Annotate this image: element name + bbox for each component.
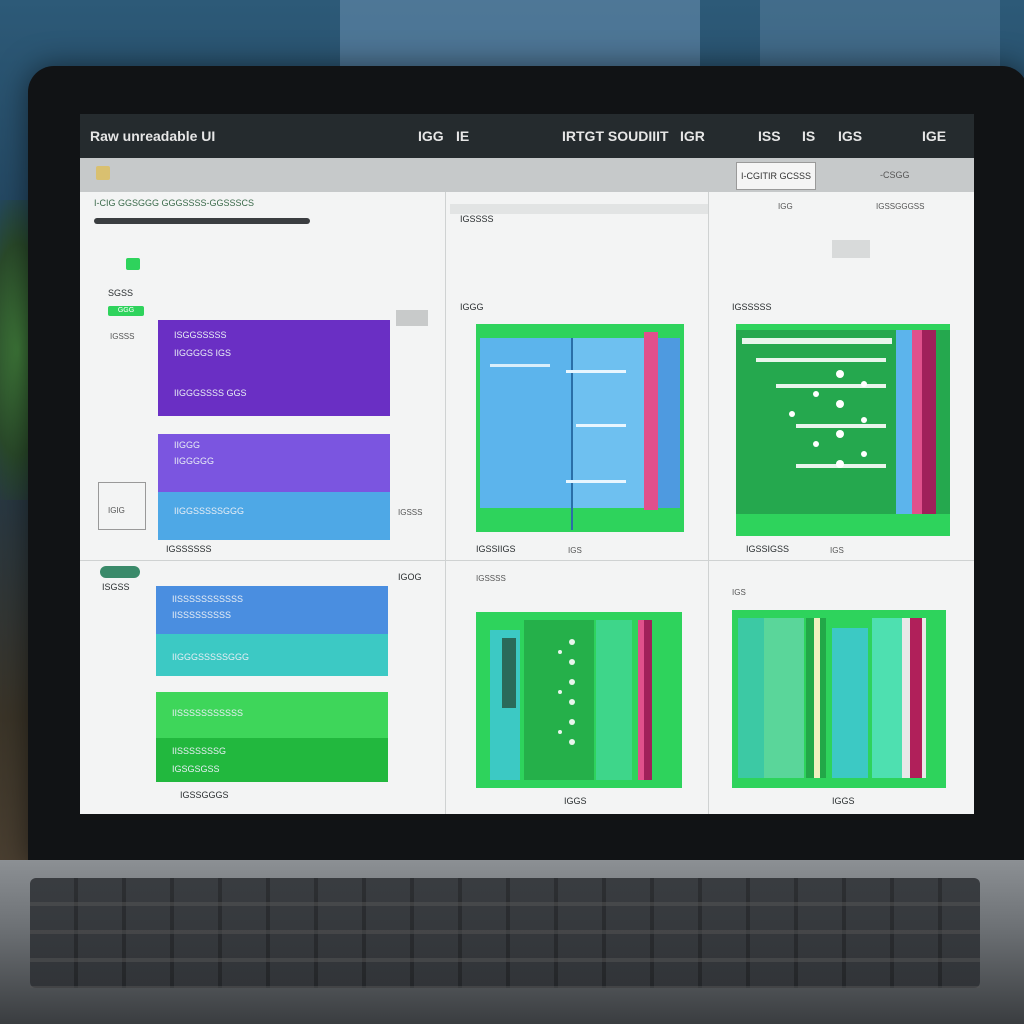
menu-item[interactable]: IGR [680, 128, 705, 144]
panel-foot: IGSSSSSS [166, 544, 212, 554]
side-label: IGSSS [110, 332, 135, 341]
toolbar-control[interactable]: -CSGG [880, 170, 910, 180]
corner-label: IGOG [398, 572, 422, 582]
panel-subtitle: IGGG [460, 302, 484, 312]
chart-panel[interactable] [476, 612, 682, 788]
chart-panel[interactable] [732, 610, 946, 788]
card-line: IIGGSSSSSGGG [174, 506, 245, 516]
menu-item[interactable]: IGG [418, 128, 444, 144]
panel-title: IGS [732, 588, 746, 597]
control-stub[interactable] [396, 310, 428, 326]
panel-foot: IGSSIGSS [746, 544, 790, 554]
panel-foot: IGGS [564, 796, 587, 806]
panel-foot: IGSSGGGS [180, 790, 229, 800]
panel-title: IGSSSS [476, 574, 506, 583]
card-title: ISGGSSSSS [174, 330, 227, 340]
info-card[interactable]: ISGGSSSSS IIGGGGS IGS IIGGGSSSS GGS [158, 320, 390, 416]
background-window [340, 0, 700, 70]
card-title: IISSSSSSSSSSS [172, 708, 244, 718]
card-line: IIGGGGG [174, 456, 215, 466]
panel-header-bar [94, 218, 310, 224]
panel-title: IGSSSS [460, 214, 494, 224]
control-stub[interactable] [832, 240, 870, 258]
menu-item[interactable]: IRTGT SOUDIIIT [562, 128, 669, 144]
dashboard-grid: I-CIG GGSGGG GGGSSSS-GGSSSCS SGSS GGG IG… [80, 192, 974, 814]
app-title: Raw unreadable UI [90, 128, 216, 144]
menu-item[interactable]: ISS [758, 128, 781, 144]
laptop-screen: Raw unreadable UI IGG IE IRTGT SOUDIIIT … [80, 114, 974, 814]
card-line: IISSSSSSSSS [172, 610, 232, 620]
menu-item[interactable]: IE [456, 128, 469, 144]
panel-foot-extra: IGS [568, 546, 582, 555]
chart-panel[interactable] [736, 324, 950, 536]
panel-title: IGSSSSS [732, 302, 772, 312]
section-label: SGSS [108, 288, 134, 298]
card-title: IIGGG [174, 440, 201, 450]
panel-label: IGG [778, 202, 793, 211]
toolbar-button[interactable]: I-CGITIR GCSSS [736, 162, 816, 190]
status-badge: GGG [108, 306, 144, 316]
card-line: IGSGSGSS [172, 764, 220, 774]
menu-item[interactable]: IGS [838, 128, 862, 144]
info-card[interactable]: IISSSSSSSSSSS IISSSSSSSG IGSGSGSS [156, 692, 388, 782]
toolbar: I-CGITIR GCSSS -CSGG [80, 158, 974, 192]
panel-corner-label: IGSSGGGSS [876, 202, 925, 211]
side-label: IGSSS [398, 508, 423, 517]
title-bar: Raw unreadable UI IGG IE IRTGT SOUDIIIT … [80, 114, 974, 158]
background-window [760, 0, 1000, 70]
card-line: IIGGGSSSSSGGG [172, 652, 250, 662]
keyboard-rows [30, 878, 980, 988]
status-icon [126, 258, 140, 270]
panel-foot-extra: IGS [830, 546, 844, 555]
panel-header: ISGSS [102, 582, 130, 592]
menu-item[interactable]: IS [802, 128, 815, 144]
card-line: IIGGGGS IGS [174, 348, 232, 358]
toggle-switch[interactable] [100, 566, 140, 578]
info-card[interactable]: IIGGG IIGGGGG IIGGSSSSSGGG [158, 434, 390, 540]
info-card[interactable]: IISSSSSSSSSSS IISSSSSSSSS IIGGGSSSSSGGG [156, 586, 388, 676]
menu-item[interactable]: IGE [922, 128, 946, 144]
folder-icon[interactable] [96, 166, 110, 180]
chart-panel[interactable] [476, 324, 684, 532]
card-line: IISSSSSSSG [172, 746, 227, 756]
corner-label: IGIG [108, 506, 125, 515]
panel-foot: IGGS [832, 796, 855, 806]
card-title: IISSSSSSSSSSS [172, 594, 244, 604]
panel-foot: IGSSIIGS [476, 544, 516, 554]
card-line: IIGGGSSSS GGS [174, 388, 247, 398]
panel-header: I-CIG GGSGGG GGGSSSS-GGSSSCS [94, 198, 255, 208]
